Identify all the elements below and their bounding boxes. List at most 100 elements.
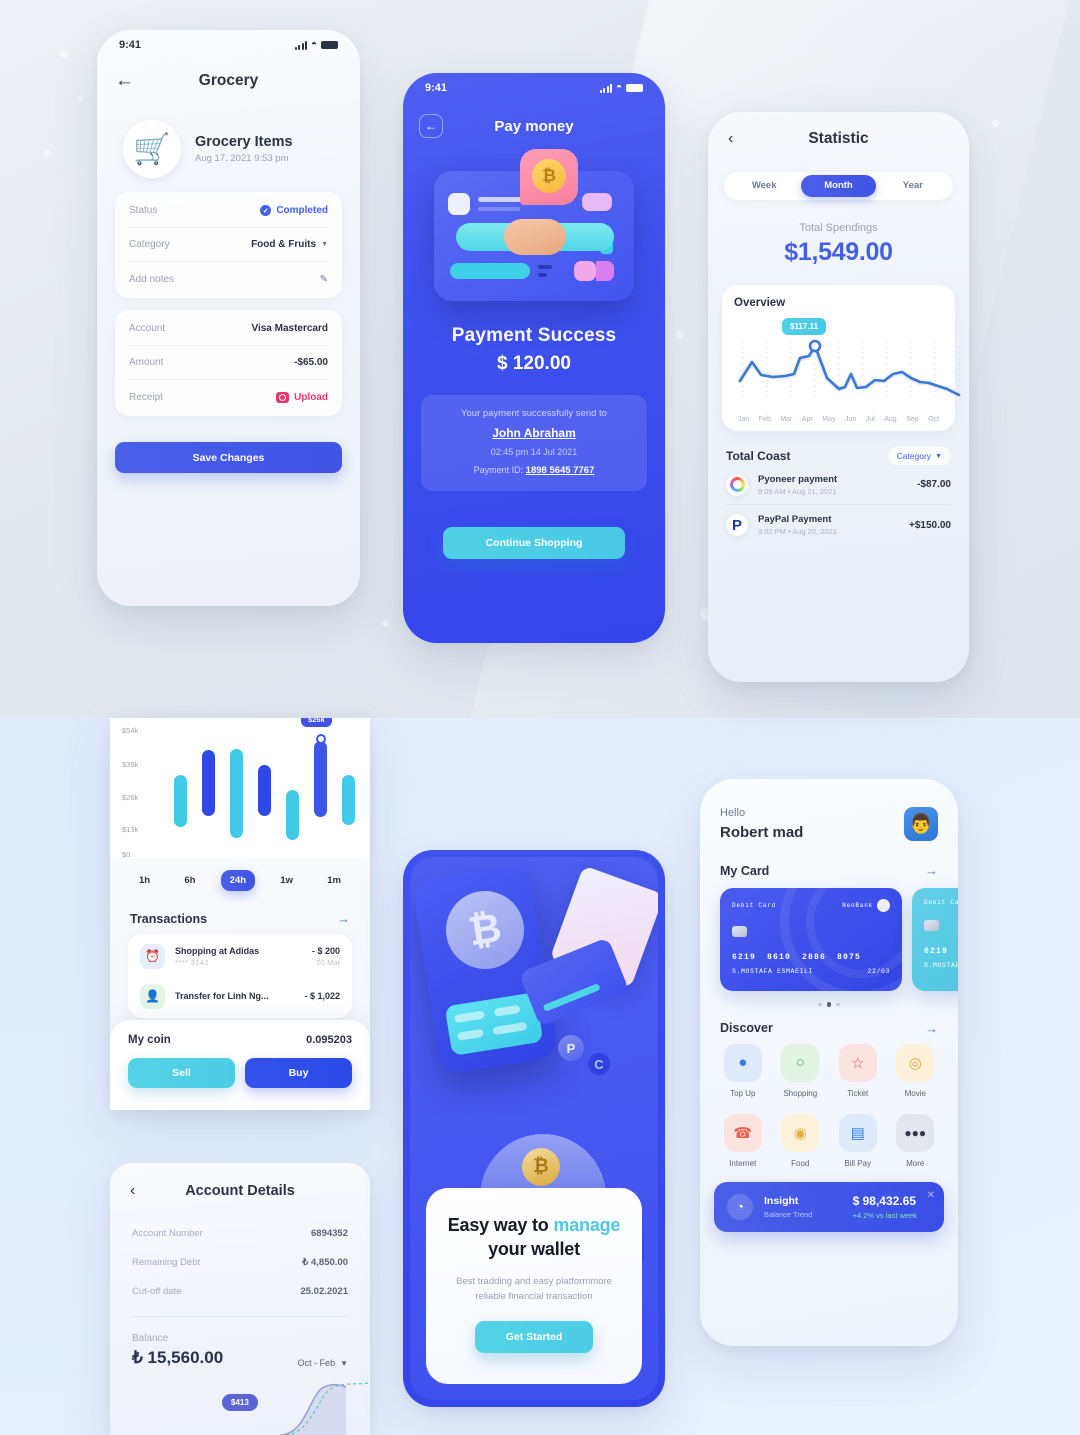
- payment-id-label: Payment ID:: [473, 465, 524, 475]
- edit-pencil-icon[interactable]: ✎: [320, 274, 328, 285]
- insight-banner[interactable]: ◔ Insight Balance Trend $ 98,432.65 +4.2…: [714, 1181, 944, 1232]
- transaction-row[interactable]: 👤 Transfer for Linh Ng... - $ 1,022: [140, 976, 340, 1016]
- chevron-down-icon: ▼: [340, 1358, 348, 1368]
- discover-item-food[interactable]: ◉ Food: [772, 1113, 830, 1168]
- discover-item-more[interactable]: ●●● More: [887, 1113, 945, 1168]
- range-6h[interactable]: 6h: [175, 870, 204, 891]
- divider: [132, 1316, 348, 1317]
- movie-icon: ◎: [896, 1043, 935, 1082]
- grocery-hero: 🛒 Grocery Items Aug 17, 2021 9:53 pm: [97, 102, 360, 192]
- range-1w[interactable]: 1w: [271, 870, 302, 891]
- bar-item: [230, 749, 243, 838]
- item-name: Grocery Items: [195, 134, 293, 150]
- chart-tooltip: $117.11: [782, 318, 827, 335]
- x-tick: Jan: [738, 416, 750, 423]
- page-title: Statistic: [808, 130, 869, 147]
- segment-year[interactable]: Year: [876, 175, 950, 197]
- transactions-title: Transactions: [130, 911, 208, 926]
- arrow-right-icon[interactable]: →: [337, 911, 350, 926]
- row-label: Add notes: [129, 273, 175, 285]
- card-bottom: S.MOSTAFA E: [924, 962, 958, 969]
- x-tick: Mar: [780, 416, 793, 423]
- arrow-right-icon[interactable]: →: [925, 1021, 938, 1036]
- carousel-dot-active[interactable]: [826, 1002, 832, 1007]
- continue-shopping-button[interactable]: Continue Shopping: [443, 527, 625, 559]
- buy-button[interactable]: Buy: [245, 1058, 352, 1088]
- chevron-left-icon[interactable]: ‹: [130, 1182, 152, 1200]
- discover-item-topup[interactable]: ● Top Up: [714, 1043, 772, 1098]
- handshake-card-illustration: ₿: [434, 149, 634, 301]
- transaction-date: 01 Mar: [316, 957, 340, 967]
- arrow-right-icon[interactable]: →: [925, 863, 938, 878]
- payment-row-receipt[interactable]: Receipt Upload: [129, 380, 328, 414]
- arrow-left-icon[interactable]: ←: [115, 70, 139, 92]
- range-1m[interactable]: 1m: [318, 870, 350, 891]
- user-avatar-icon[interactable]: 👨: [904, 807, 938, 841]
- card-bottom: S.MOSTAFA ESMAEILI 22/03: [732, 968, 890, 975]
- user-name: Robert mad: [720, 824, 804, 841]
- transaction-row[interactable]: ⏰ Shopping at Adidas **** 3142 - $ 200 0…: [140, 936, 340, 976]
- bar-item-highlight[interactable]: [314, 741, 327, 817]
- detail-row-status[interactable]: Status ✓ Completed: [129, 194, 328, 228]
- transaction-amount: - $ 1,022: [304, 991, 340, 1001]
- bar-item: [174, 775, 187, 827]
- transaction-row[interactable]: P PayPal Payment 3:02 PM • Aug 20, 2021 …: [726, 505, 951, 545]
- subtitle: Best tradding and easy platformmore reli…: [456, 1275, 612, 1303]
- range-label: Oct - Feb: [297, 1358, 336, 1368]
- wifi-icon: ◓: [615, 82, 622, 93]
- range-selector-button[interactable]: Oct - Feb ▼: [298, 1358, 348, 1368]
- payment-receipt-card: Your payment successfully send to John A…: [421, 395, 647, 491]
- bank-card[interactable]: Debit Card 6219 86 S.MOSTAFA E: [912, 888, 958, 991]
- card-top: Debit Card: [924, 899, 958, 906]
- phone-wallet-onboarding: ₿ ₿ C P BUY Easy way to manage your wall…: [403, 850, 665, 1407]
- x-tick: Aug: [884, 416, 897, 423]
- wallet-screen: ₿ ₿ C P BUY Easy way to manage your wall…: [410, 857, 658, 1400]
- discover-item-billpay[interactable]: ▤ Bill Pay: [829, 1113, 887, 1168]
- range-selector[interactable]: 1h 6h 24h 1w 1m: [110, 858, 370, 891]
- carousel-dot[interactable]: [818, 1002, 822, 1006]
- range-1h[interactable]: 1h: [130, 870, 159, 891]
- battery-icon: [321, 40, 338, 50]
- headline-accent: manage: [553, 1215, 621, 1235]
- row-label: Remaining Debt: [132, 1257, 201, 1268]
- phone-home: Hello Robert mad 👨 My Card → Debit Card …: [700, 779, 958, 1346]
- range-24h[interactable]: 24h: [220, 870, 256, 891]
- discover-item-shopping[interactable]: ○ Shopping: [772, 1043, 830, 1098]
- segment-month[interactable]: Month: [801, 175, 876, 197]
- get-started-button[interactable]: Get Started: [475, 1320, 593, 1353]
- transaction-row[interactable]: Pyoneer payment 9:09 AM • Aug 21, 2021 -…: [726, 465, 951, 505]
- period-segmented-control[interactable]: Week Month Year: [724, 172, 953, 200]
- camera-icon: [276, 391, 290, 403]
- discover-label: Top Up: [730, 1088, 756, 1098]
- detail-row-category[interactable]: Category Food & Fruits ▼: [129, 228, 328, 262]
- mycoin-sheet: My coin 0.095203 Sell Buy: [110, 1020, 370, 1110]
- paypal-badge-icon: P: [558, 1035, 584, 1061]
- sell-button[interactable]: Sell: [128, 1058, 235, 1088]
- payment-row-amount: Amount -$65.00: [129, 346, 328, 380]
- category-filter-button[interactable]: Category ▼: [887, 447, 951, 465]
- topup-icon: ●: [723, 1043, 762, 1082]
- transactions-header: Transactions →: [110, 891, 370, 934]
- save-changes-button[interactable]: Save Changes: [115, 442, 342, 473]
- insight-title: Insight: [764, 1194, 799, 1207]
- chevron-down-icon[interactable]: ▼: [321, 241, 328, 248]
- card-type: Debit Card: [732, 902, 777, 909]
- close-icon[interactable]: ✕: [927, 1190, 935, 1201]
- discover-item-internet[interactable]: ☎ Internet: [714, 1113, 772, 1168]
- card-expiry: 22/03: [867, 968, 890, 975]
- pie-chart-icon: ◔: [727, 1193, 753, 1220]
- wifi-icon: ◓: [310, 39, 317, 50]
- transaction-name: Shopping at Adidas: [175, 945, 260, 956]
- chevron-left-icon[interactable]: ‹: [728, 130, 750, 148]
- card-carousel[interactable]: Debit Card NeoBank 6219 8610 2886 8075 S…: [700, 888, 958, 991]
- detail-row-notes[interactable]: Add notes ✎: [129, 262, 328, 296]
- mycard-title: My Card: [720, 863, 770, 878]
- discover-item-ticket[interactable]: ☆ Ticket: [829, 1043, 887, 1098]
- bank-name: NeoBank: [842, 902, 873, 909]
- carousel-dot[interactable]: [836, 1002, 840, 1006]
- segment-week[interactable]: Week: [727, 175, 801, 197]
- bank-card[interactable]: Debit Card NeoBank 6219 8610 2886 8075 S…: [720, 888, 902, 991]
- discover-item-movie[interactable]: ◎ Movie: [887, 1043, 945, 1098]
- x-tick: Oct: [928, 416, 939, 423]
- y-tick: $0: [122, 850, 131, 859]
